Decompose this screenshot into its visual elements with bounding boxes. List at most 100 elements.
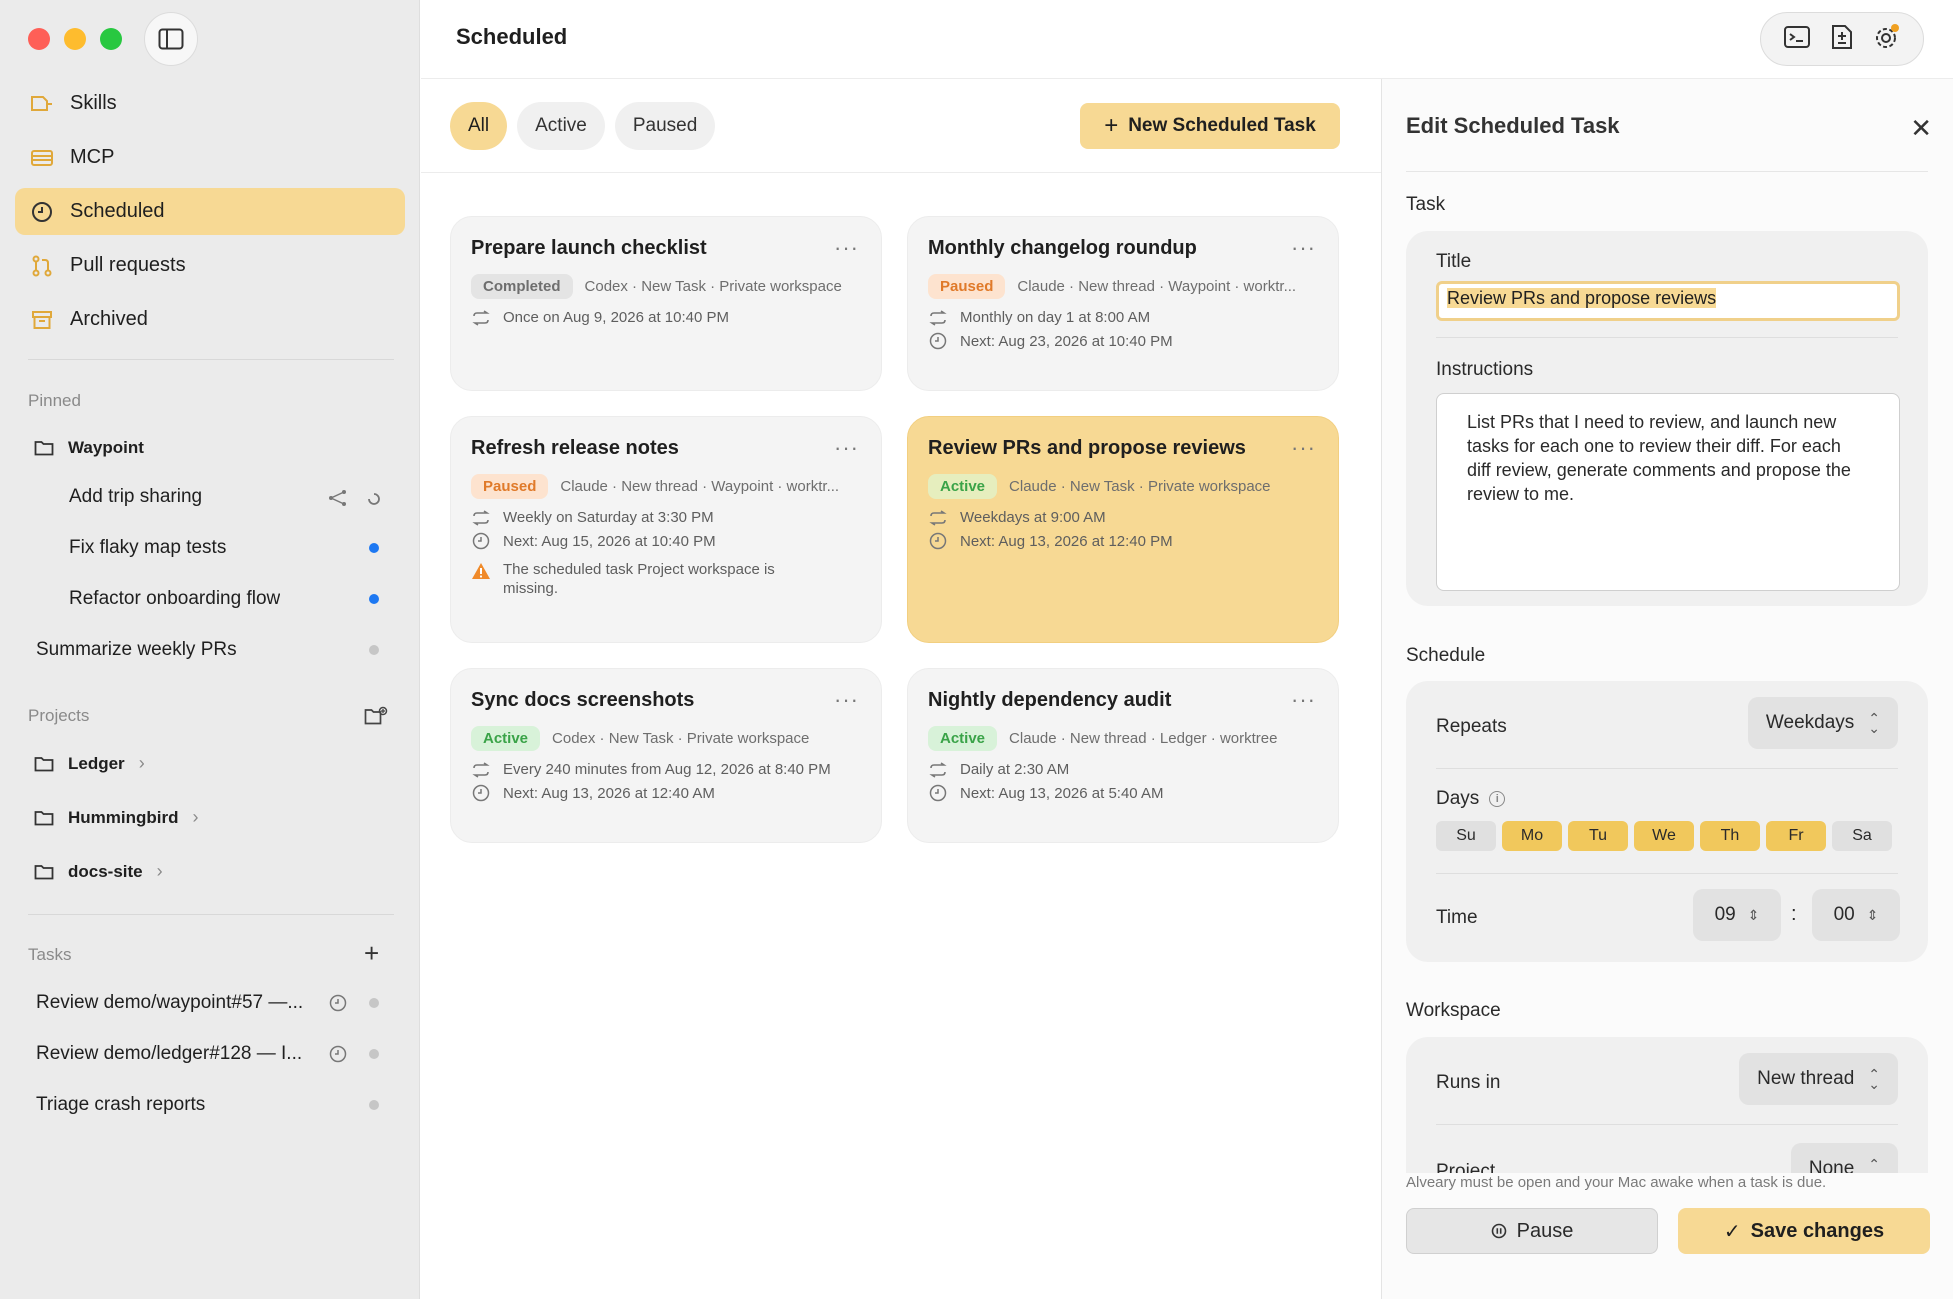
sidebar-item-skills[interactable]: Skills	[15, 80, 405, 127]
task-card[interactable]: Nightly dependency audit ··· Active Clau…	[907, 668, 1339, 843]
card-meta-text: Claude · New thread · Waypoint · worktr.…	[1017, 278, 1297, 295]
diff-file-icon[interactable]	[1830, 24, 1854, 55]
task-card-selected[interactable]: Review PRs and propose reviews ··· Activ…	[907, 416, 1339, 643]
pinned-folder-waypoint[interactable]: Waypoint	[34, 438, 144, 458]
task-item-label: Review demo/ledger#128 — I...	[36, 1043, 303, 1064]
more-options-icon[interactable]: ···	[1291, 235, 1316, 261]
more-options-icon[interactable]: ···	[1291, 687, 1316, 713]
sidebar-item-label: MCP	[70, 146, 115, 168]
plus-icon: +	[1104, 112, 1119, 139]
filter-active[interactable]: Active	[517, 102, 605, 150]
sidebar-item-mcp[interactable]: MCP	[15, 134, 405, 181]
new-project-folder-icon[interactable]	[364, 706, 388, 731]
time-minute-stepper[interactable]: 00 ⇕	[1812, 889, 1900, 941]
workspace-section-label: Workspace	[1406, 1000, 1501, 1021]
task-card[interactable]: Refresh release notes ··· Paused Claude …	[450, 416, 882, 643]
new-scheduled-task-button[interactable]: + New Scheduled Task	[1080, 103, 1340, 149]
card-meta-text: Codex · New Task · Private workspace	[552, 730, 810, 747]
minimize-window-button[interactable]	[64, 28, 86, 50]
task-card[interactable]: Sync docs screenshots ··· Active Codex ·…	[450, 668, 882, 843]
close-icon[interactable]: ✕	[1910, 113, 1932, 144]
info-icon[interactable]: i	[1489, 791, 1506, 807]
list-item[interactable]: Review demo/ledger#128 — I...	[0, 1034, 420, 1074]
day-sunday[interactable]: Su	[1436, 821, 1496, 851]
pinned-section-label: Pinned	[28, 391, 81, 410]
project-select[interactable]: None ⌃⌄	[1790, 1143, 1898, 1173]
repeat-icon	[471, 509, 491, 526]
day-friday[interactable]: Fr	[1766, 821, 1826, 851]
zoom-window-button[interactable]	[100, 28, 122, 50]
repeats-label: Repeats	[1436, 716, 1507, 737]
card-meta-text: Claude · New thread · Ledger · worktree	[1009, 730, 1278, 747]
filter-all[interactable]: All	[450, 102, 508, 150]
sidebar-item-scheduled[interactable]: Scheduled	[15, 188, 405, 235]
list-item[interactable]: Triage crash reports	[0, 1085, 420, 1125]
card-repeat: Once on Aug 9, 2026 at 10:40 PM	[471, 309, 861, 326]
runs-in-value: New thread	[1757, 1068, 1855, 1089]
sidebar-toggle-button[interactable]	[144, 12, 198, 66]
workspace-group: Runs in New thread ⌃⌄ Project None ⌃⌄	[1406, 1037, 1928, 1173]
runs-in-select[interactable]: New thread ⌃ ⌄	[1739, 1053, 1898, 1105]
card-meta: Completed Codex · New Task · Private wor…	[471, 274, 861, 299]
list-item[interactable]: Review demo/waypoint#57 —...	[0, 983, 420, 1023]
filter-paused[interactable]: Paused	[614, 102, 716, 150]
day-monday[interactable]: Mo	[1502, 821, 1562, 851]
list-item[interactable]: Summarize weekly PRs	[0, 630, 420, 670]
warning-text: The scheduled task Project workspace is …	[503, 561, 775, 597]
day-saturday[interactable]: Sa	[1832, 821, 1892, 851]
pinned-item-label: Fix flaky map tests	[69, 537, 227, 558]
status-badge: Active	[928, 726, 998, 751]
day-wednesday[interactable]: We	[1634, 821, 1694, 851]
day-tuesday[interactable]: Tu	[1568, 821, 1628, 851]
more-options-icon[interactable]: ···	[834, 235, 859, 261]
time-hour-value: 09	[1714, 904, 1736, 925]
task-group: Title Review PRs and propose reviews Ins…	[1406, 231, 1928, 606]
project-folder-ledger[interactable]: Ledger ›	[34, 753, 145, 774]
more-options-icon[interactable]: ···	[834, 687, 859, 713]
project-folder-hummingbird[interactable]: Hummingbird ›	[34, 807, 199, 828]
unread-dot	[369, 543, 379, 553]
card-repeat: Monthly on day 1 at 8:00 AM	[928, 309, 1318, 326]
folder-icon	[34, 439, 54, 457]
repeats-select[interactable]: Weekdays ⌃ ⌄	[1747, 697, 1898, 749]
sidebar-item-archived[interactable]: Archived	[15, 296, 405, 343]
field-divider	[1436, 873, 1898, 874]
card-title: Review PRs and propose reviews	[928, 437, 1246, 459]
save-changes-button[interactable]: ✓ Save changes	[1678, 1208, 1930, 1254]
close-window-button[interactable]	[28, 28, 50, 50]
project-folder-docs-site[interactable]: docs-site ›	[34, 861, 163, 882]
task-card[interactable]: Monthly changelog roundup ··· Paused Cla…	[907, 216, 1339, 391]
archive-icon	[29, 307, 55, 333]
field-divider	[1436, 1124, 1898, 1125]
card-next-run: Next: Aug 13, 2026 at 12:40 AM	[471, 784, 861, 802]
card-title: Prepare launch checklist	[471, 237, 707, 259]
sidebar-item-pull-requests[interactable]: Pull requests	[15, 242, 405, 289]
add-task-icon[interactable]: +	[364, 938, 379, 969]
list-item[interactable]: Fix flaky map tests	[0, 528, 420, 568]
time-hour-stepper[interactable]: 09 ⇕	[1693, 889, 1781, 941]
task-card[interactable]: Prepare launch checklist ··· Completed C…	[450, 216, 882, 391]
chevron-right-icon: ›	[192, 807, 199, 827]
more-options-icon[interactable]: ···	[834, 435, 859, 461]
title-field[interactable]: Review PRs and propose reviews	[1436, 281, 1900, 321]
list-item[interactable]: Refactor onboarding flow	[0, 579, 420, 619]
status-badge: Active	[928, 474, 998, 499]
status-dot	[369, 645, 379, 655]
repeats-value: Weekdays	[1765, 712, 1855, 733]
settings-gear-icon[interactable]	[1873, 23, 1901, 56]
pull-request-icon	[29, 253, 55, 279]
card-title: Monthly changelog roundup	[928, 237, 1197, 259]
instructions-field[interactable]: List PRs that I need to review, and laun…	[1436, 393, 1900, 591]
more-options-icon[interactable]: ···	[1291, 435, 1316, 461]
terminal-icon[interactable]	[1783, 25, 1811, 54]
clock-icon	[471, 532, 491, 550]
share-icon[interactable]	[328, 489, 348, 513]
task-item-label: Triage crash reports	[36, 1094, 206, 1115]
card-meta: Active Claude · New Task · Private works…	[928, 474, 1318, 499]
day-thursday[interactable]: Th	[1700, 821, 1760, 851]
edit-panel-scroll-area[interactable]: Edit Scheduled Task ✕ Task Title Review …	[1382, 79, 1953, 1173]
list-item[interactable]: Add trip sharing	[0, 477, 420, 517]
days-label-wrap: Days i	[1436, 788, 1506, 810]
pause-button[interactable]: Pause	[1406, 1208, 1658, 1254]
filter-divider	[421, 172, 1381, 173]
